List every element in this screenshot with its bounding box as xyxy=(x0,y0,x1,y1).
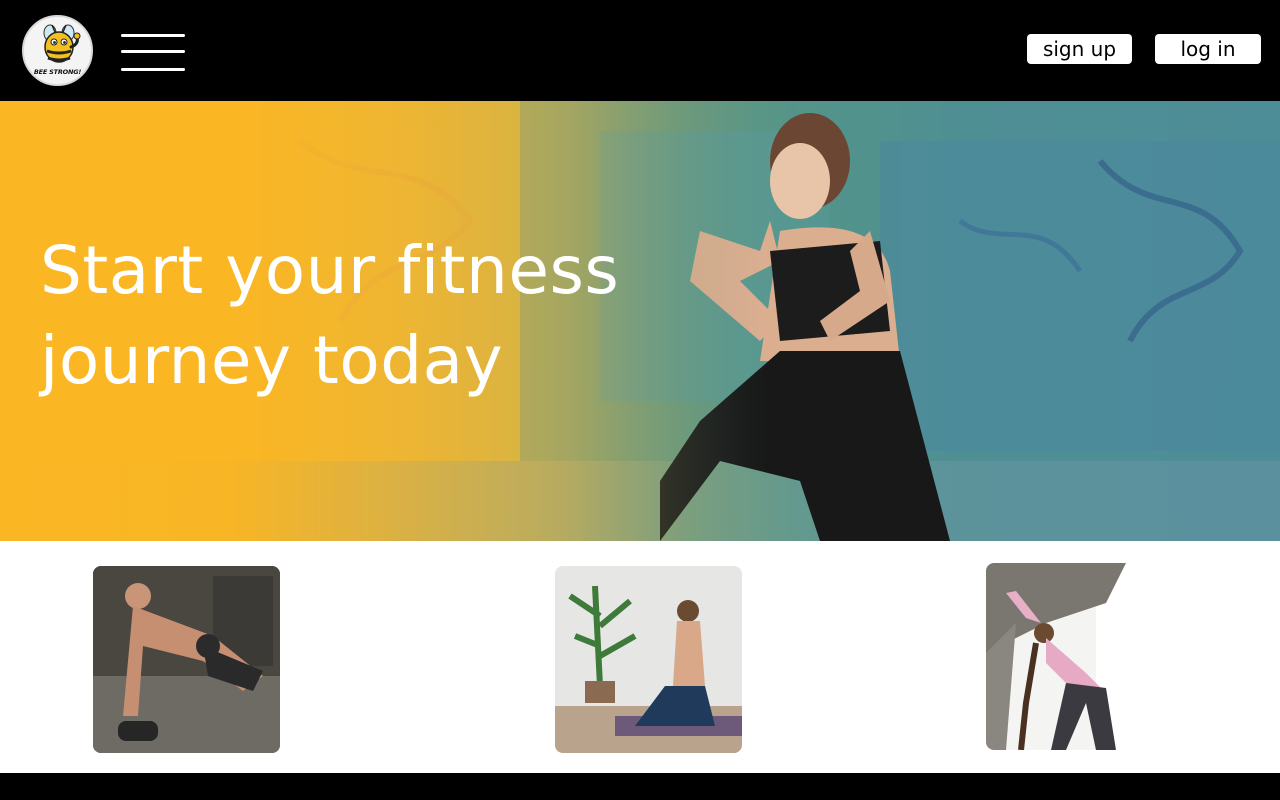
meditation-photo xyxy=(555,566,742,753)
hero-headline-line-1: Start your fitness xyxy=(40,232,620,309)
menu-line-icon xyxy=(121,68,185,71)
log-in-button[interactable]: log in xyxy=(1155,34,1261,64)
footer-bar xyxy=(0,773,1280,800)
workout-card-strength[interactable] xyxy=(93,566,280,753)
logo-text: BEE STRONG! xyxy=(33,68,82,76)
hero-banner: Start your fitness journey today xyxy=(0,101,1280,541)
menu-line-icon xyxy=(121,50,185,53)
workout-card-stretching[interactable] xyxy=(986,563,1173,750)
sign-up-button[interactable]: sign up xyxy=(1027,34,1132,64)
workout-card-meditation[interactable] xyxy=(555,566,742,753)
hero-headline-line-2: journey today xyxy=(40,322,504,399)
pushup-photo xyxy=(93,566,280,753)
bee-strong-logo[interactable]: BEE STRONG! xyxy=(22,15,93,86)
workout-cards-section xyxy=(0,541,1280,773)
top-navigation-bar: BEE STRONG! sign up log in xyxy=(0,0,1280,101)
hero-headline: Start your fitness journey today xyxy=(40,226,740,406)
menu-line-icon xyxy=(121,34,185,37)
stretch-photo xyxy=(986,563,1173,750)
hamburger-menu-button[interactable] xyxy=(121,33,185,73)
